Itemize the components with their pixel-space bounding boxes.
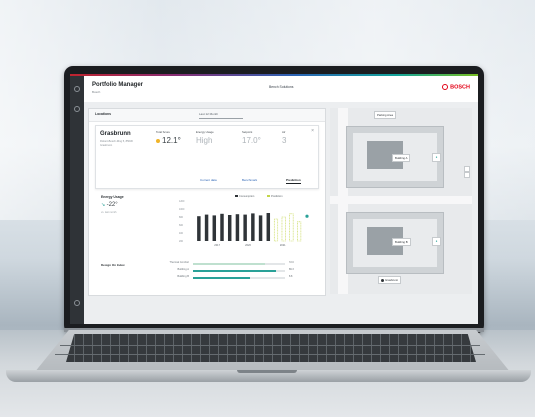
prediction-bar bbox=[297, 221, 302, 242]
building-address: Robert-Bosch-Ring 5, 85630 Grasbrunn bbox=[100, 140, 133, 147]
map-top-label: Parking Area bbox=[374, 111, 397, 119]
consumption-bar bbox=[212, 215, 217, 241]
design-index-label: Design On Index bbox=[101, 263, 125, 267]
design-row-value: 72.0 bbox=[289, 261, 294, 264]
info-icon[interactable] bbox=[74, 106, 80, 112]
laptop-screen: Portfolio Manager Bosch Bench Solutions … bbox=[70, 74, 478, 324]
benchmark-link[interactable]: Bench Solutions bbox=[269, 85, 294, 89]
design-row-label: Building B bbox=[177, 275, 189, 278]
consumption-bar bbox=[258, 215, 263, 241]
consumption-bar bbox=[204, 214, 209, 241]
dashboard-panel: Locations Last 12 Month Grasbrunn Robert… bbox=[88, 108, 326, 296]
consumption-bar bbox=[243, 214, 247, 241]
consumption-bar bbox=[251, 213, 255, 241]
prediction-bar bbox=[289, 213, 294, 242]
map-marker[interactable]: ● bbox=[432, 153, 441, 162]
left-nav bbox=[70, 76, 84, 324]
metric-energy-usage: Energy Usage High bbox=[196, 130, 232, 145]
app-bar: Portfolio Manager Bosch Bench Solutions … bbox=[84, 76, 478, 103]
prediction-marker bbox=[305, 214, 309, 218]
design-row-fill bbox=[193, 263, 265, 265]
metric-air: Air 3 bbox=[282, 130, 318, 145]
settings-icon[interactable] bbox=[74, 300, 80, 306]
home-icon[interactable] bbox=[74, 86, 80, 92]
building-name: Grasbrunn bbox=[100, 131, 131, 137]
status-dot bbox=[156, 138, 160, 143]
legend-swatch bbox=[267, 195, 270, 197]
metric-value: 3 bbox=[282, 136, 287, 145]
app-title: Portfolio Manager bbox=[92, 82, 144, 88]
design-row-value: 86.3 bbox=[289, 268, 294, 271]
keyboard bbox=[66, 334, 476, 362]
legend-swatch bbox=[235, 195, 238, 197]
zoom-out-icon[interactable] bbox=[464, 172, 470, 178]
metric-label: Energy Usage bbox=[196, 130, 214, 134]
period-select[interactable]: Last 12 Month bbox=[199, 111, 243, 119]
panel-header: Locations Last 12 Month bbox=[89, 109, 325, 122]
y-tick-label: 600 bbox=[179, 224, 184, 227]
x-tick-label: 2017 bbox=[214, 243, 220, 247]
metric-setpoint: Setpoint 17.0° bbox=[242, 130, 278, 145]
energy-label: Energy Usage bbox=[101, 195, 124, 199]
energy-sub: vs. last month bbox=[101, 211, 117, 214]
consumption-bar bbox=[197, 216, 201, 241]
energy-value: ↘ -22° bbox=[101, 202, 118, 208]
laptop-notch bbox=[237, 370, 297, 373]
building-card: Grasbrunn Robert-Bosch-Ring 5, 85630 Gra… bbox=[95, 125, 319, 189]
map-road bbox=[330, 196, 472, 204]
card-tabs: Current data Benchmark Prediction bbox=[96, 176, 318, 186]
prediction-bar bbox=[273, 218, 279, 242]
y-tick-label: 1200 bbox=[179, 200, 185, 203]
design-row-value: 8.8 bbox=[289, 275, 293, 278]
map-pin-label[interactable]: Grasbrunn bbox=[378, 276, 402, 284]
legend-label: Consumption bbox=[239, 194, 255, 198]
y-tick-label: 1000 bbox=[179, 208, 185, 211]
metric-label: Total Score bbox=[156, 130, 170, 134]
consumption-bar bbox=[235, 214, 240, 241]
location-pin-icon bbox=[381, 278, 384, 282]
metric-label: Air bbox=[282, 130, 286, 134]
bosch-logo-icon bbox=[442, 84, 449, 90]
main-area: Locations Last 12 Month Grasbrunn Robert… bbox=[84, 102, 478, 324]
legend-label: Prediction bbox=[271, 194, 283, 198]
prediction-bar bbox=[281, 216, 286, 242]
y-tick-label: 800 bbox=[179, 216, 184, 219]
tab-prediction[interactable]: Prediction bbox=[286, 178, 301, 184]
brand-text: BOSCH bbox=[450, 84, 470, 91]
consumption-bar bbox=[227, 215, 232, 241]
design-bars: Thermal Comfort 72.0 Building A 86.3 Bui… bbox=[161, 259, 311, 289]
metric-value: 17.0° bbox=[242, 136, 261, 145]
app-subtitle: Bosch bbox=[92, 90, 101, 94]
x-tick-label: 2021 bbox=[280, 243, 286, 247]
map-marker[interactable]: ● bbox=[432, 237, 441, 246]
energy-section: Energy Usage ↘ -22° vs. last month Consu… bbox=[95, 193, 317, 255]
map-tag-building-a[interactable]: Building A bbox=[392, 154, 411, 162]
map-pin-text: Grasbrunn bbox=[385, 278, 399, 282]
energy-value-text: -22° bbox=[106, 202, 118, 208]
design-row-label: Building A bbox=[177, 268, 189, 271]
tab-current-data[interactable]: Current data bbox=[200, 178, 217, 182]
y-tick-label: 400 bbox=[179, 232, 184, 235]
map-tag-building-b[interactable]: Building B bbox=[392, 238, 411, 246]
metric-label: Setpoint bbox=[242, 130, 253, 134]
metric-value: 12.1° bbox=[162, 136, 181, 145]
y-tick-label: 200 bbox=[179, 240, 184, 243]
metric-value: High bbox=[196, 136, 213, 145]
design-index-section: Design On Index Thermal Comfort 72.0 Bui… bbox=[95, 259, 317, 289]
locations-label: Locations bbox=[95, 112, 112, 116]
metric-total-score: Total Score 12.1° bbox=[156, 130, 192, 145]
bosch-logo: BOSCH bbox=[442, 84, 470, 90]
map-panel: Parking Area Building A ● Building B ● G… bbox=[330, 108, 472, 294]
consumption-bar bbox=[220, 213, 224, 241]
keyboard-row-line bbox=[55, 354, 485, 355]
tab-benchmark[interactable]: Benchmark bbox=[242, 178, 257, 182]
consumption-bar bbox=[266, 213, 271, 241]
design-row-fill bbox=[193, 277, 251, 279]
design-row-fill bbox=[193, 270, 276, 272]
x-tick-label: 2020 bbox=[245, 243, 251, 247]
energy-chart: Consumption Prediction 1200 1000 800 600 400 20… bbox=[179, 194, 309, 247]
keyboard-row-line bbox=[60, 345, 480, 346]
design-row-label: Thermal Comfort bbox=[169, 261, 189, 264]
